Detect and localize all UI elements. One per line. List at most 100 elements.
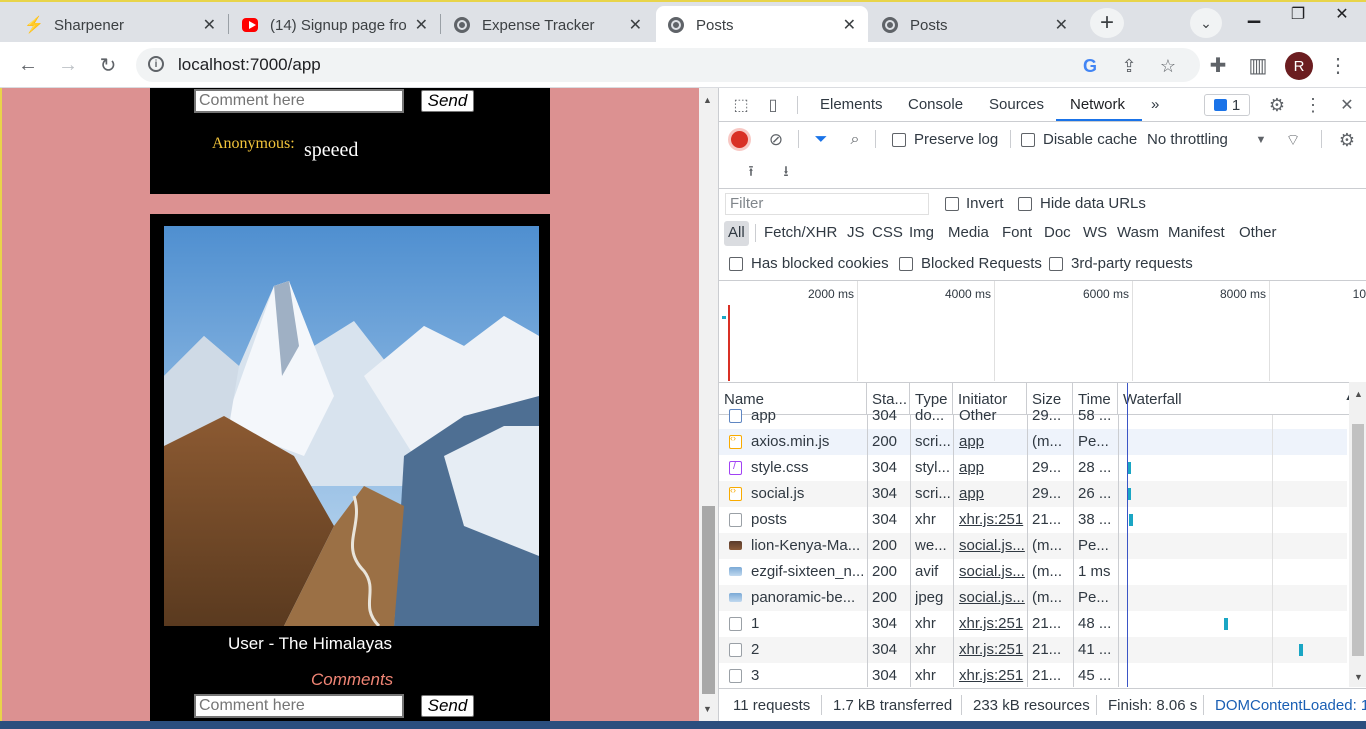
tab-network[interactable]: Network <box>1070 96 1125 113</box>
tab-posts[interactable]: Posts ✕ <box>870 6 1080 44</box>
request-initiator[interactable]: social.js... <box>959 537 1025 554</box>
google-icon[interactable]: G <box>1079 55 1101 77</box>
third-party-requests-checkbox[interactable] <box>1049 257 1063 271</box>
type-filter-doc[interactable]: Doc <box>1044 224 1071 241</box>
tab-sources[interactable]: Sources <box>989 96 1044 113</box>
request-name[interactable]: posts <box>751 511 863 528</box>
table-row[interactable]: app 304 do... Other 29... 58 ... <box>719 403 1347 429</box>
request-name[interactable]: 2 <box>751 641 863 658</box>
settings-gear-icon[interactable]: ⚙ <box>1267 94 1287 116</box>
table-row[interactable]: style.css 304 styl... app 29... 28 ... <box>719 455 1347 481</box>
scroll-down-arrow-icon[interactable]: ▼ <box>703 704 712 714</box>
scroll-down-arrow-icon[interactable]: ▼ <box>1354 672 1363 682</box>
filter-funnel-icon[interactable]: ⏷ <box>811 130 831 150</box>
request-name[interactable]: 1 <box>751 615 863 632</box>
comment-input[interactable]: Comment here <box>194 694 404 718</box>
request-initiator[interactable]: app <box>959 433 1025 450</box>
comment-input[interactable]: Comment here <box>194 89 404 113</box>
minimize-icon[interactable]: ▁ <box>1232 2 1276 26</box>
extensions-puzzle-icon[interactable]: ✚ <box>1204 52 1232 78</box>
disable-cache-checkbox[interactable] <box>1021 133 1035 147</box>
preserve-log-checkbox[interactable] <box>892 133 906 147</box>
export-har-icon[interactable]: ⭳ <box>776 163 796 183</box>
type-filter-js[interactable]: JS <box>847 224 865 241</box>
close-icon[interactable]: ✕ <box>1055 15 1068 35</box>
side-panel-icon[interactable]: ▥ <box>1244 52 1272 78</box>
tab-youtube[interactable]: (14) Signup page fro ✕ <box>230 6 440 44</box>
more-options-icon[interactable]: ⋮ <box>1303 94 1323 116</box>
request-initiator[interactable]: app <box>959 459 1025 476</box>
close-icon[interactable]: ✕ <box>843 15 856 35</box>
table-row[interactable]: 2 304 xhr xhr.js:251 21... 41 ... <box>719 637 1347 663</box>
url-text[interactable]: localhost:7000/app <box>178 55 321 75</box>
network-settings-icon[interactable]: ⚙ <box>1337 130 1357 150</box>
table-row[interactable]: posts 304 xhr xhr.js:251 21... 38 ... <box>719 507 1347 533</box>
type-filter-all[interactable]: All <box>728 224 745 241</box>
close-icon[interactable]: ✕ <box>629 15 642 35</box>
type-filter-ws[interactable]: WS <box>1083 224 1107 241</box>
scroll-up-arrow-icon[interactable]: ▲ <box>1354 389 1363 399</box>
request-initiator[interactable]: xhr.js:251 <box>959 667 1025 684</box>
address-bar[interactable]: i localhost:7000/app G ⇪ ☆ <box>136 48 1200 82</box>
tab-elements[interactable]: Elements <box>820 96 883 113</box>
type-filter-font[interactable]: Font <box>1002 224 1032 241</box>
close-icon[interactable]: ✕ <box>203 15 216 35</box>
request-initiator[interactable]: xhr.js:251 <box>959 641 1025 658</box>
request-name[interactable]: axios.min.js <box>751 433 863 450</box>
device-toolbar-icon[interactable]: ▯ <box>763 95 783 115</box>
network-overview-timeline[interactable]: 2000 ms 4000 ms 6000 ms 8000 ms 10 <box>719 280 1366 381</box>
request-initiator[interactable]: xhr.js:251 <box>959 511 1025 528</box>
request-initiator[interactable]: app <box>959 485 1025 502</box>
request-name[interactable]: panoramic-be... <box>751 589 863 606</box>
forward-arrow-icon[interactable]: → <box>54 52 82 78</box>
search-icon[interactable]: ⌕ <box>845 130 865 150</box>
request-name[interactable]: social.js <box>751 485 863 502</box>
blocked-requests-checkbox[interactable] <box>899 257 913 271</box>
scrollbar-thumb[interactable] <box>702 506 715 694</box>
scroll-up-arrow-icon[interactable]: ▲ <box>703 95 712 105</box>
issues-badge[interactable]: 1 <box>1204 94 1250 116</box>
type-filter-other[interactable]: Other <box>1239 224 1277 241</box>
inspect-element-icon[interactable]: ⬚ <box>731 95 751 115</box>
profile-avatar[interactable]: R <box>1285 52 1313 80</box>
import-har-icon[interactable]: ⭱ <box>741 163 761 183</box>
send-button[interactable]: Send <box>421 695 474 717</box>
type-filter-css[interactable]: CSS <box>872 224 903 241</box>
close-devtools-icon[interactable]: ✕ <box>1337 94 1357 116</box>
request-initiator[interactable]: xhr.js:251 <box>959 615 1025 632</box>
request-initiator[interactable]: social.js... <box>959 589 1025 606</box>
filter-input[interactable]: Filter <box>725 193 929 215</box>
tab-posts-active[interactable]: Posts ✕ <box>656 6 868 44</box>
type-filter-fetch-xhr[interactable]: Fetch/XHR <box>764 224 837 241</box>
tab-expense-tracker[interactable]: Expense Tracker ✕ <box>442 6 654 44</box>
throttling-select[interactable]: No throttling <box>1147 131 1228 148</box>
bookmark-star-icon[interactable]: ☆ <box>1157 55 1179 77</box>
table-row[interactable]: lion-Kenya-Ma... 200 we... social.js... (m..… <box>719 533 1347 559</box>
restore-icon[interactable]: ❐ <box>1276 2 1320 26</box>
tab-sharpener[interactable]: ⚡ Sharpener ✕ <box>14 6 228 44</box>
type-filter-manifest[interactable]: Manifest <box>1168 224 1225 241</box>
clear-icon[interactable]: ⊘ <box>766 130 786 150</box>
request-name[interactable]: app <box>751 407 863 424</box>
more-tabs-icon[interactable]: » <box>1151 96 1159 113</box>
dropdown-arrow-icon[interactable]: ▼ <box>1254 131 1268 149</box>
new-tab-button[interactable]: + <box>1090 8 1124 38</box>
table-row[interactable]: panoramic-be... 200 jpeg social.js... (m... P… <box>719 585 1347 611</box>
request-name[interactable]: ezgif-sixteen_n... <box>751 563 863 580</box>
table-row[interactable]: social.js 304 scri... app 29... 26 ... <box>719 481 1347 507</box>
table-scrollbar[interactable]: ▲ ▼ <box>1349 382 1366 687</box>
request-name[interactable]: style.css <box>751 459 863 476</box>
site-info-icon[interactable]: i <box>148 56 164 72</box>
scrollbar-thumb[interactable] <box>1352 424 1364 656</box>
close-icon[interactable]: ✕ <box>415 15 428 35</box>
record-button[interactable] <box>728 128 751 151</box>
table-row[interactable]: axios.min.js 200 scri... app (m... Pe... <box>719 429 1347 455</box>
tab-search-chevron-icon[interactable]: ⌄ <box>1190 8 1222 38</box>
page-scrollbar[interactable]: ▲ ▼ <box>699 88 718 721</box>
table-row[interactable]: 3 304 xhr xhr.js:251 21... 45 ... <box>719 663 1347 687</box>
request-name[interactable]: lion-Kenya-Ma... <box>751 537 863 554</box>
type-filter-media[interactable]: Media <box>948 224 989 241</box>
send-button[interactable]: Send <box>421 90 474 112</box>
has-blocked-cookies-checkbox[interactable] <box>729 257 743 271</box>
reload-icon[interactable]: ↻ <box>94 52 122 78</box>
